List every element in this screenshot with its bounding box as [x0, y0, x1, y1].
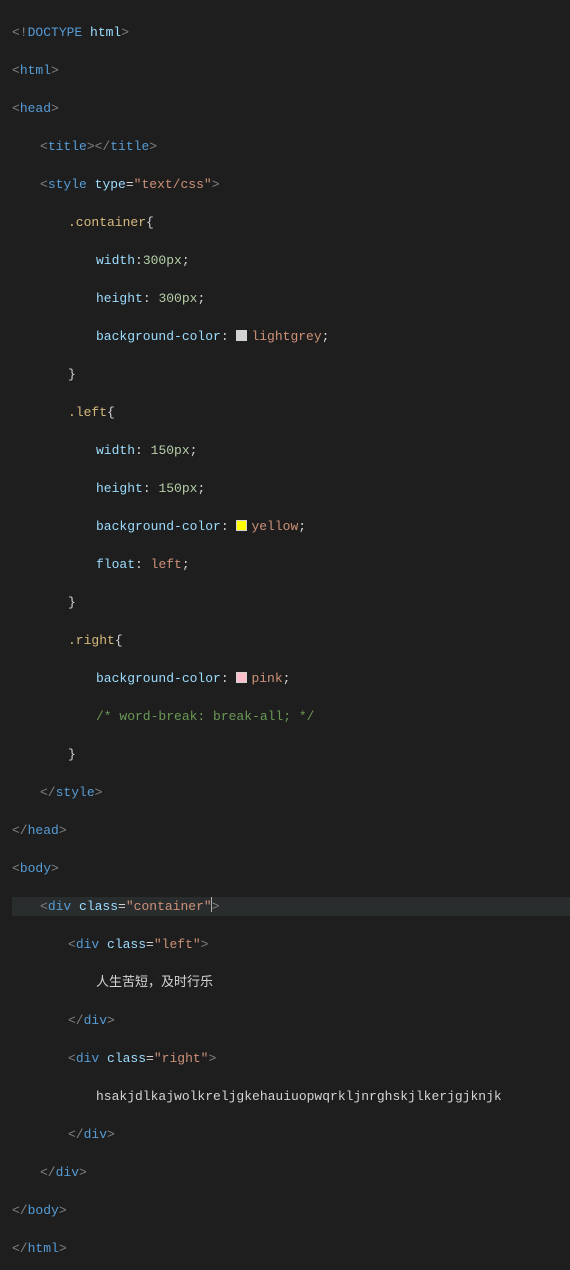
code-line: <style type="text/css"> [12, 175, 570, 194]
code-line: </div> [12, 1163, 570, 1182]
code-line: </div> [12, 1011, 570, 1030]
code-line: background-color: lightgrey; [12, 327, 570, 346]
code-line: .right{ [12, 631, 570, 650]
color-swatch-pink [236, 672, 247, 683]
code-line: /* word-break: break-all; */ [12, 707, 570, 726]
code-line: 人生苦短，及时行乐 [12, 973, 570, 992]
code-line: .left{ [12, 403, 570, 422]
color-swatch-yellow [236, 520, 247, 531]
code-line: .container{ [12, 213, 570, 232]
code-line: <title></title> [12, 137, 570, 156]
code-line: <div class="left"> [12, 935, 570, 954]
code-line: </style> [12, 783, 570, 802]
code-editor[interactable]: <!DOCTYPE html> <html> <head> <title></t… [0, 0, 570, 1270]
code-line: <html> [12, 61, 570, 80]
code-line: width: 150px; [12, 441, 570, 460]
code-line: } [12, 745, 570, 764]
code-line: float: left; [12, 555, 570, 574]
code-line-active: <div class="container"> [12, 897, 570, 916]
color-swatch-lightgrey [236, 330, 247, 341]
code-line: </div> [12, 1125, 570, 1144]
code-line: } [12, 365, 570, 384]
code-line: <body> [12, 859, 570, 878]
code-line: height: 150px; [12, 479, 570, 498]
code-line: </html> [12, 1239, 570, 1258]
code-line: width:300px; [12, 251, 570, 270]
code-line: } [12, 593, 570, 612]
code-line: <head> [12, 99, 570, 118]
code-line: background-color: pink; [12, 669, 570, 688]
code-line: <!DOCTYPE html> [12, 23, 570, 42]
code-line: height: 300px; [12, 289, 570, 308]
code-line: hsakjdlkajwolkreljgkehauiuopwqrkljnrghsk… [12, 1087, 570, 1106]
code-line: <div class="right"> [12, 1049, 570, 1068]
code-line: </head> [12, 821, 570, 840]
code-line: background-color: yellow; [12, 517, 570, 536]
code-line: </body> [12, 1201, 570, 1220]
